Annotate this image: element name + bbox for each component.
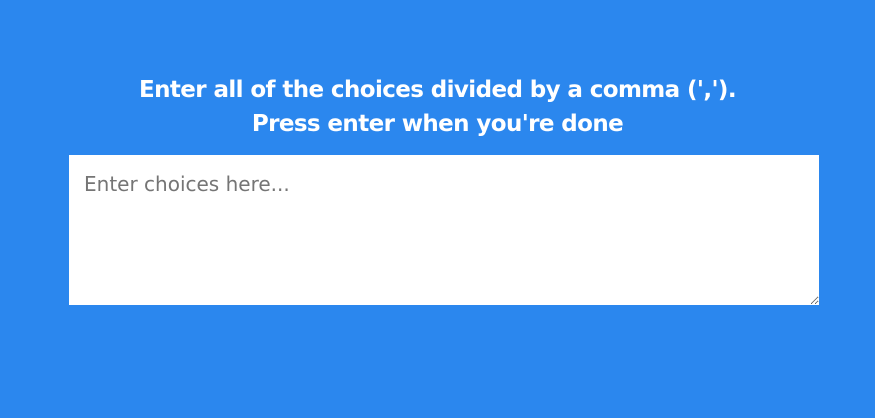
instructions-line-1: Enter all of the choices divided by a co…: [139, 77, 737, 104]
choices-input[interactable]: [69, 155, 819, 305]
page-container: Enter all of the choices divided by a co…: [0, 0, 875, 418]
instructions-heading: Enter all of the choices divided by a co…: [0, 73, 875, 141]
choices-input-wrapper: [69, 155, 819, 305]
instructions-line-2: Press enter when you're done: [251, 111, 624, 138]
